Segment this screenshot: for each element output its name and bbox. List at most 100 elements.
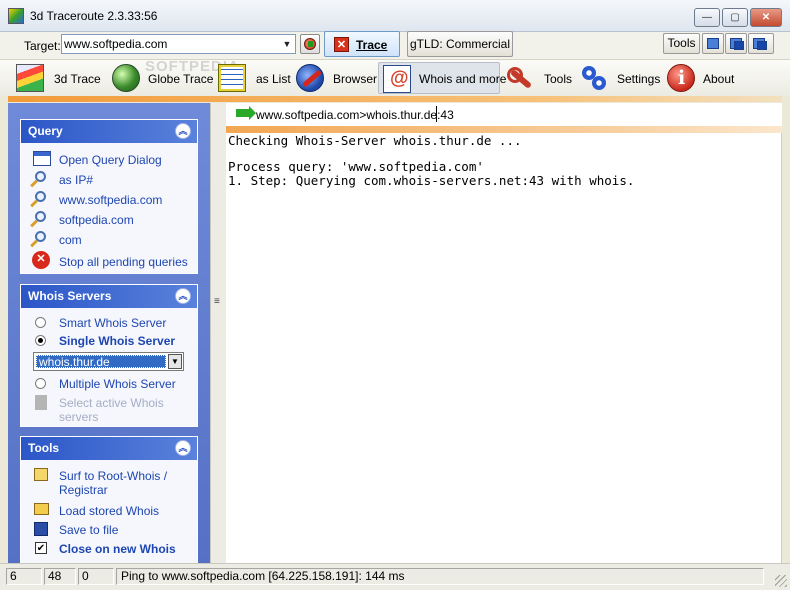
tab-globe-trace-label: Globe Trace (148, 72, 214, 86)
tab-about[interactable]: About (664, 62, 738, 94)
status-cell-3: 0 (78, 568, 114, 585)
title-bar: 3d Traceroute 2.3.33:56 — ▢ ✕ (0, 0, 790, 32)
radio-icon[interactable] (35, 335, 46, 346)
gtld-button[interactable]: gTLD: Commercial (407, 31, 513, 57)
whois-output[interactable]: Checking Whois-Server whois.thur.de ... … (226, 133, 782, 563)
whois-servers-panel-title: Whois Servers (28, 289, 112, 303)
output-line: Checking Whois-Server whois.thur.de ... (228, 133, 522, 148)
checkbox-icon[interactable]: ✔ (35, 542, 47, 554)
stop-icon: ✕ (32, 251, 50, 269)
disk-icon (34, 522, 48, 536)
tile-windows-icon[interactable] (748, 33, 774, 54)
document-icon (35, 395, 47, 410)
address-accent-line (226, 126, 782, 133)
sidebar: Query ︽ Open Query Dialog as IP# www.sof… (8, 103, 210, 563)
sidebar-item-com[interactable]: com (21, 230, 197, 248)
sidebar-item-surf-root-whois[interactable]: Surf to Root-Whois / Registrar (21, 467, 197, 497)
sidebar-item-label: Stop all pending queries (59, 255, 188, 269)
whois-servers-panel-header[interactable]: Whois Servers ︽ (21, 285, 197, 308)
tab-whois-label: Whois and more (419, 72, 507, 86)
output-line: Process query: 'www.softpedia.com' (228, 159, 484, 174)
radio-label: Single Whois Server (59, 334, 176, 348)
radio-icon[interactable] (35, 317, 46, 328)
tab-tools[interactable]: Tools (504, 62, 576, 94)
chevron-down-icon[interactable]: ▼ (168, 354, 182, 369)
trace-button[interactable]: ✕ Trace (324, 31, 400, 57)
cascade-windows-icon[interactable] (725, 33, 747, 54)
close-button[interactable]: ✕ (750, 8, 782, 27)
sidebar-item-www-softpedia[interactable]: www.softpedia.com (21, 190, 197, 208)
status-cell-1: 6 (6, 568, 42, 585)
sidebar-item-stop-queries[interactable]: ✕ Stop all pending queries (21, 251, 197, 271)
export-icon[interactable] (702, 33, 724, 54)
target-input[interactable]: www.softpedia.com ▼ (61, 34, 296, 54)
tab-whois[interactable]: Whois and more (378, 62, 506, 94)
radio-smart-whois[interactable]: Smart Whois Server (21, 315, 197, 331)
collapse-icon[interactable]: ︽ (175, 288, 191, 304)
radio-label: Multiple Whois Server (59, 377, 176, 391)
browser-icon (296, 64, 324, 92)
collapse-icon[interactable]: ︽ (175, 123, 191, 139)
tab-3d-trace[interactable]: 3d Trace (12, 62, 104, 94)
magnifier-icon (35, 171, 46, 182)
tools-panel-title: Tools (28, 441, 60, 455)
tools-dropdown-button[interactable]: Tools (663, 33, 700, 54)
3d-trace-icon (16, 64, 44, 92)
sidebar-item-label: softpedia.com (59, 213, 134, 227)
radio-single-whois[interactable]: Single Whois Server (21, 333, 197, 349)
sidebar-item-load-whois[interactable]: Load stored Whois (21, 502, 197, 520)
maximize-button[interactable]: ▢ (722, 8, 748, 27)
collapse-icon[interactable]: ︽ (175, 440, 191, 456)
close-x-icon: ✕ (334, 37, 349, 52)
tab-browser-label: Browser (333, 72, 378, 86)
tab-globe-trace[interactable]: Globe Trace (108, 62, 214, 94)
tab-settings[interactable]: Settings (578, 62, 662, 94)
radio-multiple-whois[interactable]: Multiple Whois Server (21, 376, 197, 392)
grip-icon: ≡ (214, 296, 220, 307)
sidebar-item-label: Save to file (59, 523, 119, 537)
tab-as-list-label: as List (256, 72, 291, 86)
tab-browser[interactable]: Browser (294, 62, 378, 94)
sidebar-item-label: www.softpedia.com (59, 193, 163, 207)
tab-about-label: About (703, 72, 735, 86)
query-panel-header[interactable]: Query ︽ (21, 120, 197, 143)
magnifier-icon (35, 231, 46, 242)
list-icon (218, 64, 246, 92)
toolbar-accent-line (8, 96, 782, 102)
status-cell-2: 48 (44, 568, 76, 585)
chevron-down-icon[interactable]: ▼ (279, 35, 295, 53)
whois-address-bar[interactable]: www.softpedia.com>whois.thur.de:43 (226, 103, 782, 126)
select-active-whois: Select active Whois servers (21, 395, 197, 425)
query-panel: Query ︽ Open Query Dialog as IP# www.sof… (20, 119, 198, 274)
resize-grip-icon[interactable] (775, 575, 787, 587)
whois-server-select[interactable]: whois.thur.de ▼ (33, 352, 184, 371)
globe-icon (112, 64, 140, 92)
sidebar-item-as-ip[interactable]: as IP# (21, 170, 197, 188)
output-line: 1. Step: Querying com.whois-servers.net:… (228, 173, 635, 188)
splitter[interactable]: ≡ (210, 103, 226, 563)
text-caret (436, 106, 437, 122)
go-icon (304, 38, 316, 50)
sidebar-item-save-file[interactable]: Save to file (21, 521, 197, 539)
radio-icon[interactable] (35, 378, 46, 389)
whois-address-text: www.softpedia.com>whois.thur.de:43 (256, 108, 454, 122)
target-value: www.softpedia.com (64, 37, 168, 51)
minimize-button[interactable]: — (694, 8, 720, 27)
go-button[interactable] (300, 34, 320, 54)
tools-panel-header[interactable]: Tools ︽ (21, 437, 197, 460)
tab-as-list[interactable]: as List (216, 62, 292, 94)
sidebar-item-open-query[interactable]: Open Query Dialog (21, 150, 197, 168)
magnifier-icon (35, 211, 46, 222)
tools-panel: Tools ︽ Surf to Root-Whois / Registrar L… (20, 436, 198, 563)
tab-3d-trace-label: 3d Trace (54, 72, 101, 86)
gears-icon (580, 64, 608, 92)
app-icon (8, 8, 24, 24)
sidebar-item-softpedia[interactable]: softpedia.com (21, 210, 197, 228)
wrench-icon (506, 64, 534, 92)
house-icon (34, 468, 48, 481)
sidebar-item-close-on-new[interactable]: ✔ Close on new Whois (21, 540, 197, 558)
sidebar-item-label: Load stored Whois (59, 504, 160, 518)
sidebar-item-label: com (59, 233, 82, 247)
arrow-right-icon (236, 106, 256, 120)
sidebar-item-label: Open Query Dialog (59, 153, 162, 167)
